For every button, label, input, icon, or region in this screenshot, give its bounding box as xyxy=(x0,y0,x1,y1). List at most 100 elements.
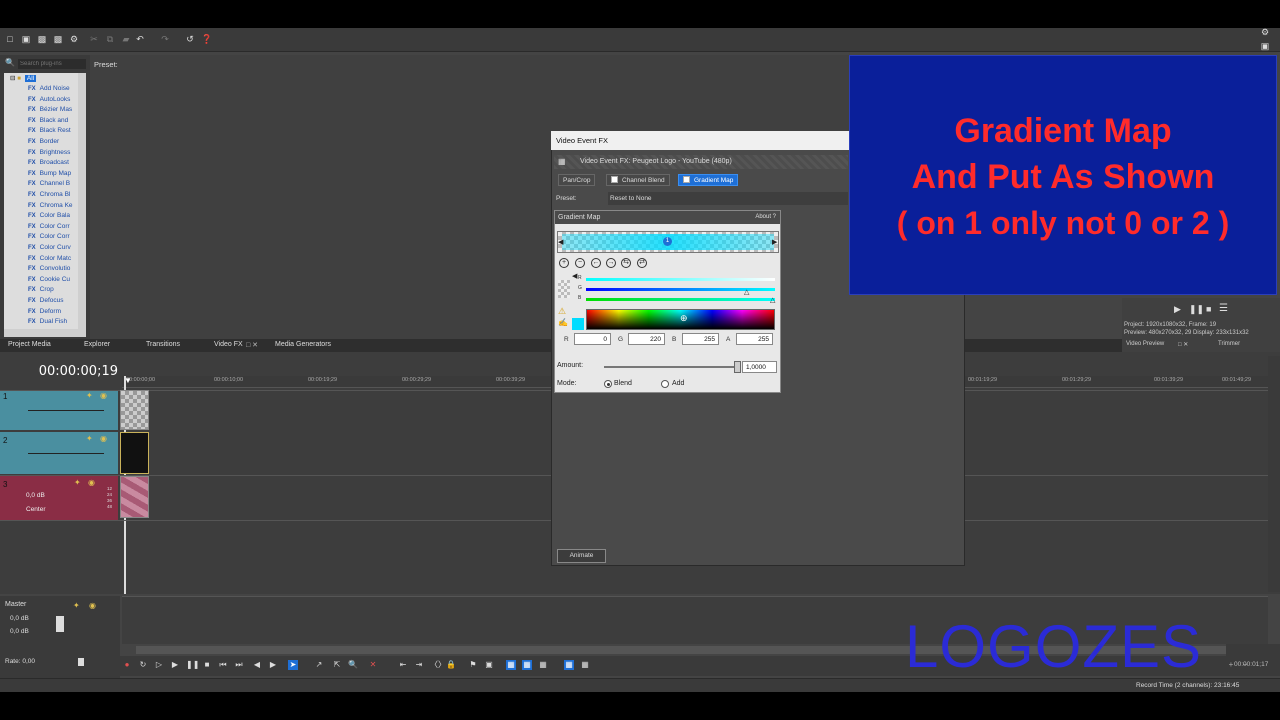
lock-envelopes-icon[interactable]: ▦ xyxy=(580,660,590,670)
auto-ripple-icon[interactable]: ▦ xyxy=(506,660,516,670)
tab-project-media[interactable]: Project Media xyxy=(8,341,51,348)
g-input[interactable]: 220 xyxy=(628,333,665,345)
plugin-item[interactable]: FX Color Corr xyxy=(28,233,70,243)
copy-icon[interactable]: ⧉ xyxy=(105,34,115,44)
composite-icon[interactable]: ◉ xyxy=(100,391,107,400)
track-header-video-1[interactable]: 1 ✦ ◉ xyxy=(0,390,118,430)
gear-icon[interactable]: ⚙ xyxy=(69,34,79,44)
preview-play-icon[interactable]: ▶ xyxy=(1174,304,1181,315)
tab-video-preview[interactable]: Video Preview xyxy=(1126,341,1164,347)
plugin-item[interactable]: FX Black Rest xyxy=(28,127,71,137)
snap-icon[interactable]: ↺ xyxy=(185,34,195,44)
open-icon[interactable]: ▣ xyxy=(21,34,31,44)
tab-transitions[interactable]: Transitions xyxy=(146,341,180,348)
amount-input[interactable]: 1,0000 xyxy=(742,361,777,373)
prev-marker-icon[interactable]: ← xyxy=(591,258,601,268)
trim-start-icon[interactable]: ⇤ xyxy=(398,660,408,670)
preview-tab-close-icon[interactable]: □ ✕ xyxy=(1178,341,1188,348)
master-fader[interactable] xyxy=(56,616,64,632)
ignore-grouping-icon[interactable]: ▦ xyxy=(564,660,574,670)
b-input[interactable]: 255 xyxy=(682,333,719,345)
plugin-item[interactable]: FX Channel B xyxy=(28,180,70,190)
reverse-icon[interactable]: ⇄ xyxy=(637,258,647,268)
fx-icon[interactable]: ✦ xyxy=(86,434,93,443)
new-icon[interactable]: □ xyxy=(5,34,15,44)
preset-dropdown[interactable]: Reset to None xyxy=(608,192,848,205)
redo-icon[interactable]: ↷ xyxy=(160,34,170,44)
r-input[interactable]: 0 xyxy=(574,333,611,345)
lock-icon[interactable]: 🔒 xyxy=(446,660,456,670)
tab-trimmer[interactable]: Trimmer xyxy=(1218,341,1240,347)
plugin-item[interactable]: FX Border xyxy=(28,138,59,148)
video-clip[interactable] xyxy=(120,390,149,430)
tree-root-all[interactable]: ⊟ ■ All xyxy=(10,74,37,84)
timeline-zoom-controls[interactable] xyxy=(1226,644,1280,656)
save-icon[interactable]: ▩ xyxy=(37,34,47,44)
fx-icon[interactable]: ✦ xyxy=(74,478,81,487)
plugin-item[interactable]: FX AutoLooks xyxy=(28,96,70,106)
plugin-item[interactable]: FX Convolutio xyxy=(28,265,70,275)
mode-add-radio[interactable] xyxy=(661,380,669,388)
search-input[interactable] xyxy=(18,59,86,69)
delete-icon[interactable]: ✕ xyxy=(368,660,378,670)
video-clip[interactable] xyxy=(120,432,149,474)
a-input[interactable]: 255 xyxy=(736,333,773,345)
prev-frame-icon[interactable]: ◀ xyxy=(252,660,262,670)
preview-menu-icon[interactable]: ☰ xyxy=(1219,303,1228,314)
zoom-tool-icon[interactable]: 🔍 xyxy=(348,660,358,670)
checkbox-icon[interactable] xyxy=(611,176,618,183)
play-icon[interactable]: ▶ xyxy=(170,660,180,670)
right-marker-icon[interactable]: ▶ xyxy=(772,238,777,246)
g-slider-thumb[interactable]: △ xyxy=(744,288,749,296)
tree-hscrollbar[interactable] xyxy=(4,329,86,337)
next-marker-icon[interactable]: → xyxy=(606,258,616,268)
r-slider[interactable] xyxy=(586,278,775,281)
level-slider[interactable] xyxy=(28,410,104,411)
plugin-item[interactable]: FX Black and xyxy=(28,117,68,127)
chain-item-pan-crop[interactable]: Pan/Crop xyxy=(558,174,596,186)
tab-media-generators[interactable]: Media Generators xyxy=(275,341,331,348)
plugin-item[interactable]: FX Color Matc xyxy=(28,255,71,265)
region-icon[interactable]: ▣ xyxy=(484,660,494,670)
plugin-item[interactable]: FX Crop xyxy=(28,286,54,296)
plugin-item[interactable]: FX Add Noise xyxy=(28,85,70,95)
play-from-start-icon[interactable]: ▷ xyxy=(154,660,164,670)
plugin-item[interactable]: FX Dual Fish xyxy=(28,318,67,328)
chain-item-gradient-map[interactable]: Gradient Map xyxy=(678,174,739,186)
tab-explorer[interactable]: Explorer xyxy=(84,341,110,348)
plugin-item[interactable]: FX Color Corr xyxy=(28,223,70,233)
settings-icon[interactable]: ⚙ xyxy=(1260,27,1270,37)
stop-icon[interactable]: ■ xyxy=(202,660,212,670)
gradient-marker[interactable]: 1 xyxy=(663,237,672,246)
marker-icon[interactable]: ⚑ xyxy=(468,660,478,670)
tab-close-icon[interactable]: □ ✕ xyxy=(246,341,258,349)
swap-icon[interactable]: ⇆ xyxy=(621,258,631,268)
fx-icon[interactable]: ✦ xyxy=(73,601,80,610)
left-marker-icon[interactable]: ◀ xyxy=(558,238,563,246)
plugin-item[interactable]: FX Cookie Cu xyxy=(28,276,70,286)
track-header-video-2[interactable]: 2 ✦ ◉ xyxy=(0,432,118,474)
color-swatch[interactable] xyxy=(572,318,584,330)
audio-clip[interactable] xyxy=(120,476,149,518)
collapse-icon[interactable]: ◀ xyxy=(572,272,577,280)
mode-blend-radio[interactable] xyxy=(604,380,612,388)
composite-icon[interactable]: ◉ xyxy=(100,434,107,443)
plugin-item[interactable]: FX Chroma Bl xyxy=(28,191,70,201)
split-icon[interactable]: 〈〉 xyxy=(430,660,446,670)
preview-stop-icon[interactable]: ■ xyxy=(1206,304,1211,314)
checkbox-icon[interactable] xyxy=(683,176,690,183)
level-slider[interactable] xyxy=(28,453,104,454)
next-frame-icon[interactable]: ▶ xyxy=(268,660,278,670)
amount-slider[interactable] xyxy=(604,366,738,368)
track-header-audio-3[interactable]: 3 ✦ ◉ 0,0 dB Center 12 24 36 48 xyxy=(0,476,118,520)
trim-end-icon[interactable]: ⇥ xyxy=(414,660,424,670)
rate-slider[interactable] xyxy=(78,658,84,666)
save-as-icon[interactable]: ▩ xyxy=(53,34,63,44)
b-slider[interactable] xyxy=(586,298,775,301)
amount-slider-thumb[interactable] xyxy=(734,361,741,373)
animate-button[interactable]: Animate xyxy=(557,549,606,563)
add-marker-icon[interactable]: + xyxy=(559,258,569,268)
playhead-marker-icon[interactable]: ▼ xyxy=(124,376,132,385)
pause-icon[interactable]: ❚❚ xyxy=(186,660,199,670)
plugin-item[interactable]: FX Broadcast xyxy=(28,159,69,169)
